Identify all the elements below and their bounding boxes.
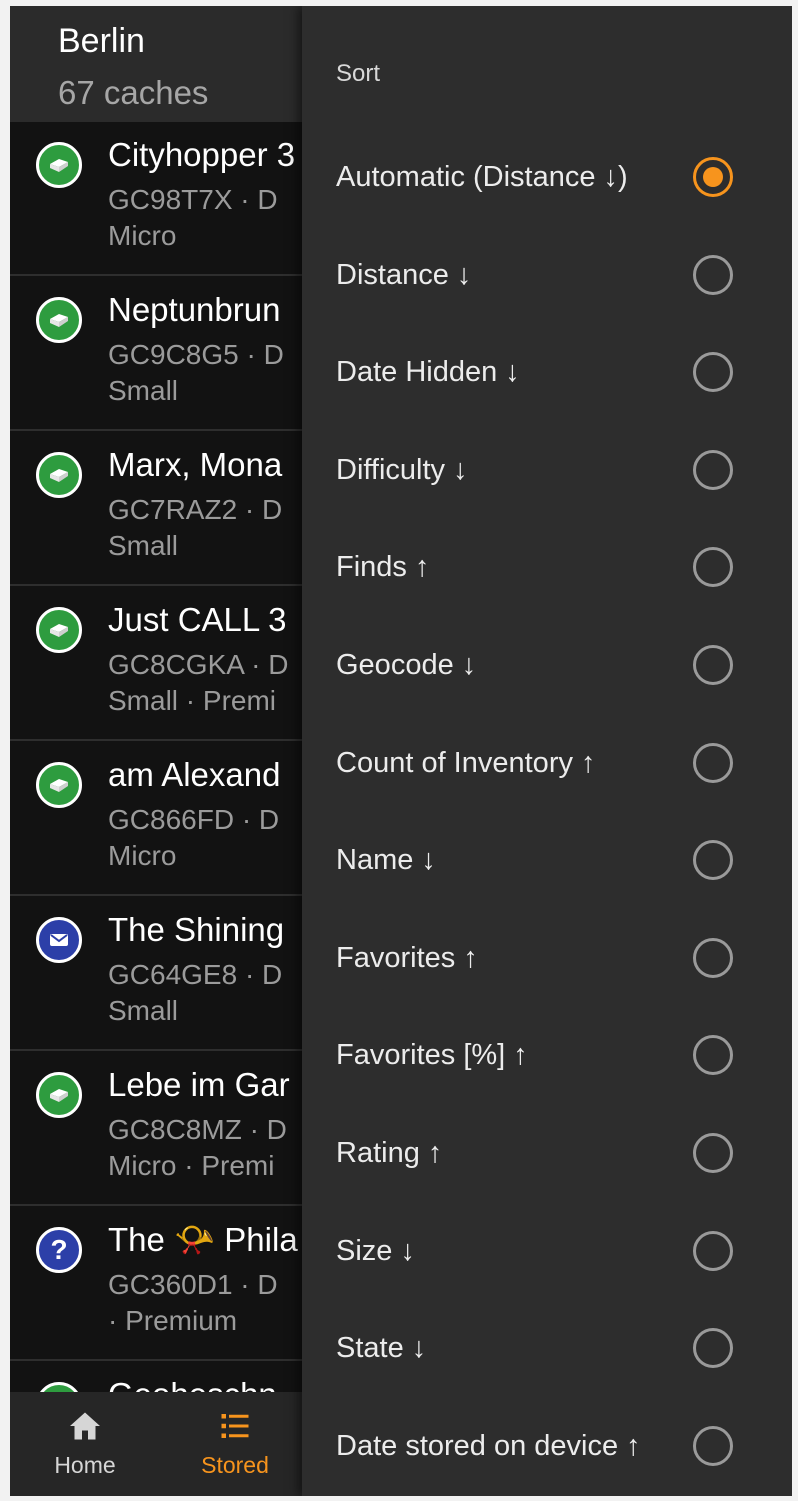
cache-size: · Premium	[108, 1305, 238, 1336]
sort-option[interactable]: State ↓	[302, 1299, 792, 1397]
sort-option-label: Date Hidden ↓	[336, 356, 520, 389]
cache-size: Small	[108, 995, 179, 1026]
sort-option-label: Date stored on device ↑	[336, 1429, 641, 1462]
app-screen: Berlin 67 caches Cityhopper 3 GC98T7X · D…	[10, 6, 792, 1496]
traditional-cache-icon	[36, 1382, 82, 1392]
radio-button[interactable]	[693, 840, 733, 881]
cache-size: Small	[108, 530, 179, 561]
radio-button[interactable]	[693, 254, 733, 295]
sort-option-label: Distance ↓	[336, 258, 472, 291]
radio-button[interactable]	[693, 1230, 733, 1271]
sort-drawer: Sort Automatic (Distance ↓) Distance ↓ Dat…	[302, 6, 792, 1496]
radio-button[interactable]	[693, 1425, 733, 1466]
radio-button[interactable]	[693, 547, 733, 588]
cache-name: Marx, Mona	[108, 446, 283, 483]
traditional-cache-icon	[36, 297, 82, 343]
cache-code: GC360D1 · D	[108, 1269, 278, 1300]
sort-option-label: Difficulty ↓	[336, 453, 468, 486]
traditional-cache-icon	[36, 452, 82, 498]
sort-option[interactable]: Date stored on device ↑	[302, 1397, 792, 1495]
sort-option-label: Geocode ↓	[336, 649, 477, 681]
home-icon	[70, 1412, 100, 1440]
radio-button[interactable]	[693, 1133, 733, 1173]
cache-name: Geoheschn	[108, 1376, 277, 1392]
cache-size: Micro	[108, 220, 177, 251]
traditional-cache-icon	[36, 142, 82, 188]
sort-option-label: Favorites ↑	[336, 941, 478, 974]
cache-list-item[interactable]: Geoheschn	[10, 1362, 310, 1392]
cache-name: Just CALL 3	[108, 601, 287, 638]
nav-stored[interactable]: Stored	[160, 1392, 310, 1496]
cache-list-item[interactable]: ? The 📯 Phila GC360D1 · D · Premium	[10, 1207, 310, 1361]
cache-name: am Alexand	[108, 756, 281, 793]
cache-code: GC64GE8 · D	[108, 959, 283, 990]
radio-button[interactable]	[693, 352, 733, 393]
cache-list-item[interactable]: Cityhopper 3 GC98T7X · D Micro	[10, 122, 310, 276]
sort-option-label: Rating ↑	[336, 1137, 443, 1169]
sort-option[interactable]: Favorites ↑	[302, 909, 792, 1007]
sort-option-label: Automatic (Distance ↓)	[336, 161, 628, 193]
sort-option[interactable]: Difficulty ↓	[302, 421, 792, 519]
traditional-cache-icon	[36, 1072, 82, 1118]
sort-option[interactable]: Finds ↑	[302, 518, 792, 616]
sort-option-label: Count of Inventory ↑	[336, 746, 596, 779]
cache-code: GC8CGKA · D	[108, 649, 289, 680]
cache-list-item[interactable]: Marx, Mona GC7RAZ2 · D Small	[10, 432, 310, 586]
radio-button[interactable]	[693, 742, 733, 783]
cache-list-item[interactable]: Neptunbrun GC9C8G5 · D Small	[10, 277, 310, 431]
sort-title: Sort	[336, 60, 381, 87]
nav-home-label: Home	[54, 1452, 116, 1478]
radio-button[interactable]	[693, 449, 733, 490]
radio-button[interactable]	[693, 937, 733, 978]
cache-code: GC866FD · D	[108, 804, 280, 835]
cache-count: 67 caches	[58, 74, 209, 111]
cache-size: Small · Premi	[108, 685, 277, 716]
sort-option[interactable]: Favorites [%] ↑	[302, 1006, 792, 1104]
nav-home[interactable]: Home	[10, 1392, 160, 1496]
sort-option-label: State ↓	[336, 1332, 427, 1365]
radio-selected[interactable]	[693, 157, 733, 197]
sort-option-label: Name ↓	[336, 844, 436, 877]
sort-option[interactable]: Distance ↓	[302, 226, 792, 324]
cache-name: Neptunbrun	[108, 291, 281, 328]
cache-name: Lebe im Gar	[108, 1066, 290, 1103]
radio-button[interactable]	[693, 1035, 733, 1076]
cache-name: The 📯 Phila	[108, 1221, 298, 1258]
sort-option[interactable]: Date Hidden ↓	[302, 323, 792, 421]
bottom-navigation: Home Stored	[10, 1392, 310, 1496]
cache-name: Cityhopper 3	[108, 136, 296, 173]
cache-list-item[interactable]: Just CALL 3 GC8CGKA · D Small · Premi	[10, 587, 310, 741]
cache-code: GC7RAZ2 · D	[108, 494, 283, 525]
sort-option-label: Size ↓	[336, 1234, 415, 1267]
sort-option[interactable]: Automatic (Distance ↓)	[302, 128, 792, 226]
cache-size: Micro	[108, 840, 177, 871]
sort-option[interactable]: Name ↓	[302, 811, 792, 909]
cache-code: GC9C8G5 · D	[108, 339, 284, 370]
traditional-cache-icon	[36, 762, 82, 808]
sort-option-label: Finds ↑	[336, 551, 430, 584]
cache-list-item[interactable]: The Shining GC64GE8 · D Small	[10, 897, 310, 1051]
cache-list: Cityhopper 3 GC98T7X · D Micro Neptunbrun GC…	[10, 122, 310, 1392]
cache-name: The Shining	[108, 911, 285, 948]
nav-stored-label: Stored	[201, 1452, 269, 1478]
cache-list-item[interactable]: Lebe im Gar GC8C8MZ · D Micro · Premi	[10, 1052, 310, 1206]
cache-code: GC98T7X · D	[108, 184, 278, 215]
radio-button[interactable]	[693, 645, 733, 685]
list-title: Berlin	[58, 22, 145, 60]
list-header: Berlin 67 caches	[10, 6, 310, 122]
cache-size: Small	[108, 375, 179, 406]
sort-option[interactable]: Rating ↑	[302, 1104, 792, 1202]
letterbox-cache-icon	[36, 917, 82, 963]
mystery-cache-icon: ?	[36, 1227, 82, 1273]
sort-option[interactable]: Geocode ↓	[302, 616, 792, 714]
sort-option[interactable]: Count of Inventory ↑	[302, 714, 792, 812]
radio-button[interactable]	[693, 1328, 733, 1369]
traditional-cache-icon	[36, 607, 82, 653]
cache-code: GC8C8MZ · D	[108, 1114, 287, 1145]
sort-option[interactable]: Size ↓	[302, 1202, 792, 1300]
sort-option-label: Favorites [%] ↑	[336, 1039, 528, 1072]
cache-size: Micro · Premi	[108, 1150, 275, 1181]
list-icon	[221, 1414, 249, 1438]
cache-list-item[interactable]: am Alexand GC866FD · D Micro	[10, 742, 310, 896]
